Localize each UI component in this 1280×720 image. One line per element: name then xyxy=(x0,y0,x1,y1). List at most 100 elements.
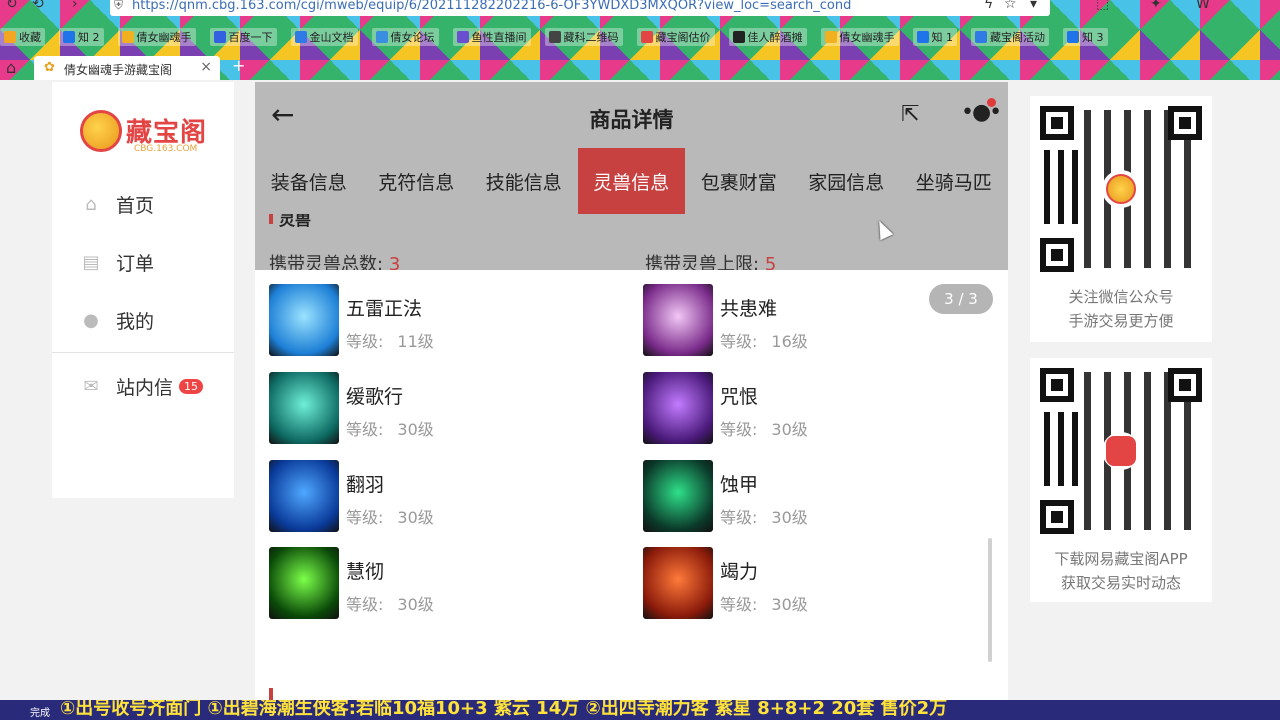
extension-icon[interactable]: ⬚ xyxy=(1096,0,1109,12)
status-text: 完成 xyxy=(30,708,50,719)
scrollbar[interactable] xyxy=(988,538,992,662)
forward-nav-icon[interactable]: › xyxy=(72,0,78,12)
extension-icon-2[interactable]: ✦ xyxy=(1150,0,1162,12)
pet-skill-item[interactable]: 翻羽等级: 30级 xyxy=(269,460,629,534)
sidebar-item-messages[interactable]: ✉ 站内信 15 xyxy=(52,366,234,406)
sidebar-item-mine[interactable]: ● 我的 xyxy=(52,300,234,340)
skill-icon xyxy=(269,284,339,356)
bookmark-icon xyxy=(375,31,388,43)
logo-bag-icon xyxy=(80,110,122,152)
sidebar-item-label: 我的 xyxy=(116,310,155,333)
bookmark-item[interactable]: 收藏 xyxy=(0,28,45,46)
skill-level: 等级: 30级 xyxy=(720,591,808,615)
mobile-detail-view: ← 商品详情 ⇱ •●• 装备信息 克符信息 技能信息 灵兽信息 包裹财富 家园信息 坐骑马… xyxy=(255,82,1008,700)
tab-0[interactable]: 装备信息 xyxy=(255,148,363,214)
level-label: 等级: xyxy=(720,508,758,527)
sidebar-item-orders[interactable]: ▤ 订单 xyxy=(52,242,234,282)
pet-skill-item[interactable]: 慧彻 等级: 30级 xyxy=(269,547,629,621)
level-value: 30级 xyxy=(771,420,808,439)
bookmark-label: 知 3 xyxy=(1082,31,1104,44)
section-title: 灵兽 xyxy=(279,214,312,229)
bookmark-icon xyxy=(824,31,837,43)
sidebar-item-label: 站内信 xyxy=(116,376,174,399)
skill-name: 翻羽 xyxy=(346,474,385,496)
skill-icon xyxy=(643,547,713,619)
pet-skill-item[interactable]: 蚀甲 等级: 30级 xyxy=(643,460,1003,534)
address-bar: ↻ ⟲ › https://qnm.cbg.163.com/cgi/mweb/e… xyxy=(0,0,1280,18)
pet-skill-item[interactable]: 共患难 等级: 16级 xyxy=(643,284,1003,358)
skill-level: 等级: 11级 xyxy=(346,328,434,352)
bookmark-item[interactable]: 佳人醉酒摊 xyxy=(728,28,807,46)
bookmark-label: 百度一下 xyxy=(228,31,273,44)
refresh-nav-icon[interactable]: ⟲ xyxy=(32,0,44,12)
chevron-down-icon[interactable]: ▾ xyxy=(1030,0,1037,12)
bookmark-item[interactable]: 知 3 xyxy=(1063,28,1108,46)
browser-tab[interactable]: ✿ 倩女幽魂手游藏宝阁 × xyxy=(34,56,220,80)
bookmark-item[interactable]: 知 2 xyxy=(59,28,104,46)
tab-2[interactable]: 技能信息 xyxy=(470,148,578,214)
bookmark-icon xyxy=(732,31,745,43)
star-icon[interactable]: ☆ xyxy=(1004,0,1017,12)
home-icon: ⌂ xyxy=(85,193,97,215)
skill-name: 共患难 xyxy=(720,298,778,320)
new-tab-icon[interactable]: + xyxy=(232,56,245,75)
app-logo-icon xyxy=(1102,432,1140,470)
pet-skill-item[interactable]: 五雷正法 等级: 11级 xyxy=(269,284,629,358)
tab-3[interactable]: 灵兽信息 xyxy=(577,148,685,214)
bookmark-item[interactable]: 倩女幽魂手 xyxy=(820,28,899,46)
qr-caption-line1: 下载网易藏宝阁APP xyxy=(1054,550,1188,568)
level-label: 等级: xyxy=(346,595,384,614)
qr-caption-line2: 手游交易更方便 xyxy=(1068,312,1174,330)
sidebar-item-home[interactable]: ⌂ 首页 xyxy=(52,184,234,224)
flash-icon[interactable]: ϟ xyxy=(984,0,993,12)
close-icon[interactable]: × xyxy=(200,59,212,75)
bookmark-item[interactable]: 藏宝阁活动 xyxy=(971,28,1049,46)
page-title: 商品详情 xyxy=(589,108,674,132)
bookmark-label: 知 2 xyxy=(78,31,100,44)
bookmark-label: 倩女幽魂手 xyxy=(839,31,895,44)
bookmark-label: 知 1 xyxy=(931,31,954,44)
bookmark-icon xyxy=(4,31,16,43)
level-label: 等级: xyxy=(346,420,384,439)
bookmark-item[interactable]: 藏科二维码 xyxy=(544,28,623,46)
pet-skill-item[interactable]: 咒恨 等级: 30级 xyxy=(643,372,1003,446)
skill-level: 等级: 30级 xyxy=(720,416,808,440)
skill-icon xyxy=(643,372,713,444)
tab-title: 倩女幽魂手游藏宝阁 xyxy=(64,63,173,77)
level-value: 30级 xyxy=(397,508,434,527)
skill-level: 等级: 30级 xyxy=(720,504,808,528)
bookmark-item[interactable]: 倩女幽魂手 xyxy=(117,28,196,46)
url-input[interactable]: https://qnm.cbg.163.com/cgi/mweb/equip/6… xyxy=(110,0,1050,16)
tab-4[interactable]: 包裹财富 xyxy=(685,148,793,214)
bookmark-icon xyxy=(121,31,134,43)
tab-6[interactable]: 坐骑马匹 xyxy=(900,148,1008,214)
bookmark-icon xyxy=(63,31,75,43)
section-marker xyxy=(269,214,273,224)
pet-skill-item[interactable]: 缓歌行 等级: 30级 xyxy=(269,372,629,446)
level-value: 30级 xyxy=(397,595,434,614)
bookmark-item[interactable]: 金山文档 xyxy=(290,28,358,46)
back-nav-icon[interactable]: ↻ xyxy=(6,0,18,12)
logo[interactable]: 藏宝阁 CBG.163.COM xyxy=(80,104,210,160)
level-label: 等级: xyxy=(720,420,758,439)
tab-1[interactable]: 克符信息 xyxy=(363,148,471,214)
bookmark-item[interactable]: 倩女论坛 xyxy=(371,28,439,46)
bookmark-item[interactable]: 百度一下 xyxy=(209,28,277,46)
bookmark-label: 佳人醉酒摊 xyxy=(747,31,803,44)
tab-5[interactable]: 家园信息 xyxy=(793,148,901,214)
pet-skill-item[interactable]: 竭力 等级: 30级 xyxy=(643,547,1003,621)
detail-tabs: 装备信息 克符信息 技能信息 灵兽信息 包裹财富 家园信息 坐骑马匹 xyxy=(255,148,1008,214)
page-content: 藏宝阁 CBG.163.COM ⌂ 首页 ▤ 订单 ● 我的 ✉ 站内信 15 … xyxy=(0,80,1280,700)
tab-bar: ⌂ ✿ 倩女幽魂手游藏宝阁 × + xyxy=(0,56,1280,80)
skill-level: 等级: 30级 xyxy=(346,504,434,528)
bookmark-item[interactable]: 知 1 xyxy=(912,28,957,46)
home-icon[interactable]: ⌂ xyxy=(6,58,16,77)
skill-icon xyxy=(269,460,339,532)
level-label: 等级: xyxy=(720,595,758,614)
bookmark-item[interactable]: 藏宝阁估价 xyxy=(636,28,715,46)
share-icon[interactable]: ⇱ xyxy=(901,102,919,127)
order-icon: ▤ xyxy=(82,251,100,273)
ticker-text: ①出号收号齐面门 ①出碧海潮生侠客:若临10福10+3 紫云 14万 ②出四寺潮… xyxy=(60,700,948,719)
extension-icon-3[interactable]: W xyxy=(1196,0,1210,12)
bookmark-item[interactable]: 鱼性直播间 xyxy=(452,28,531,46)
